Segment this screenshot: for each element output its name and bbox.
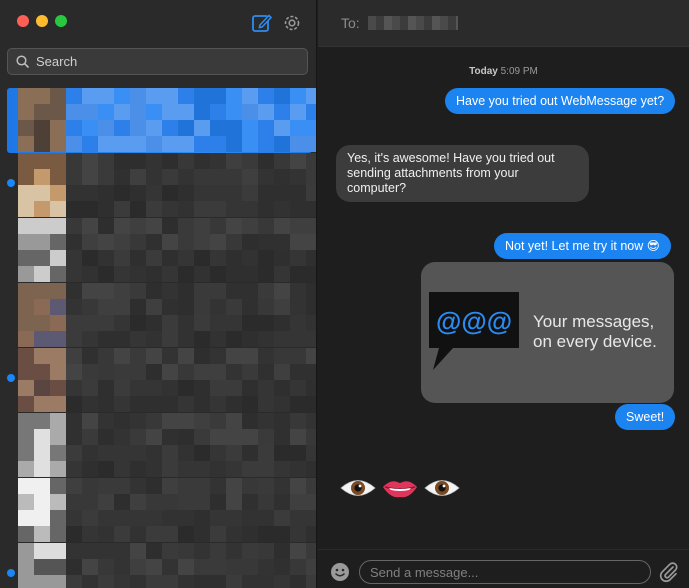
conversation-item[interactable] bbox=[7, 88, 316, 153]
lips-icon bbox=[383, 481, 417, 498]
window-controls bbox=[17, 15, 67, 27]
message-input[interactable] bbox=[359, 560, 651, 584]
logo-text: @@@ bbox=[436, 306, 512, 336]
message-bubble-outgoing[interactable]: Have you tried out WebMessage yet? bbox=[445, 88, 676, 114]
conversation-pane: To: Today 5:09 PM Have you tried out Web… bbox=[318, 0, 689, 588]
redacted-preview bbox=[18, 218, 316, 283]
message-bubble-outgoing[interactable]: Not yet! Let me try it now 😎 bbox=[494, 233, 671, 259]
to-label: To: bbox=[341, 15, 360, 31]
close-window-button[interactable] bbox=[17, 15, 29, 27]
redacted-preview bbox=[18, 348, 316, 413]
thread-timestamp: Today 5:09 PM bbox=[318, 66, 689, 77]
message-bubble-outgoing[interactable]: Sweet! bbox=[615, 404, 676, 430]
conversation-item[interactable] bbox=[0, 478, 316, 543]
conversation-item[interactable] bbox=[0, 413, 316, 478]
search-bar[interactable] bbox=[7, 48, 308, 75]
emoji-message[interactable] bbox=[340, 475, 460, 501]
composer-bar bbox=[318, 549, 689, 588]
conversation-list[interactable] bbox=[0, 88, 316, 588]
gear-icon[interactable] bbox=[281, 12, 303, 34]
eye-icon bbox=[340, 480, 376, 496]
search-input[interactable] bbox=[36, 54, 296, 69]
compose-icon[interactable] bbox=[251, 12, 273, 34]
minimize-window-button[interactable] bbox=[36, 15, 48, 27]
message-bubble-incoming[interactable]: Yes, it's awesome! Have you tried out se… bbox=[336, 145, 589, 202]
redacted-preview bbox=[18, 543, 316, 588]
search-icon bbox=[16, 54, 30, 68]
unread-indicator bbox=[7, 374, 15, 382]
redacted-preview bbox=[18, 88, 316, 153]
redacted-preview bbox=[18, 478, 316, 543]
redacted-preview bbox=[18, 413, 316, 478]
sidebar bbox=[0, 0, 317, 588]
eye-icon bbox=[424, 480, 460, 496]
conversation-item[interactable] bbox=[0, 218, 316, 283]
recipient-redacted bbox=[367, 16, 458, 30]
conversation-item[interactable] bbox=[0, 543, 316, 588]
image-attachment[interactable]: @@@ Your messages, on every device. bbox=[421, 262, 674, 403]
timestamp-day: Today bbox=[469, 66, 498, 77]
redacted-preview bbox=[18, 283, 316, 348]
redacted-preview bbox=[18, 153, 316, 218]
unread-indicator bbox=[7, 179, 15, 187]
conversation-item[interactable] bbox=[0, 348, 316, 413]
conversation-item[interactable] bbox=[0, 283, 316, 348]
caption-line-2: on every device. bbox=[533, 332, 657, 351]
conversation-item[interactable] bbox=[0, 153, 316, 218]
unread-indicator bbox=[7, 569, 15, 577]
timestamp-time: 5:09 PM bbox=[500, 66, 538, 77]
caption-line-1: Your messages, bbox=[533, 312, 655, 331]
attachment-caption: Your messages, on every device. bbox=[533, 312, 657, 352]
smile-icon[interactable] bbox=[330, 562, 350, 582]
maximize-window-button[interactable] bbox=[55, 15, 67, 27]
webmessage-logo-icon: @@@ bbox=[429, 292, 519, 370]
paperclip-icon[interactable] bbox=[658, 561, 680, 583]
recipient-header[interactable]: To: bbox=[318, 0, 689, 47]
